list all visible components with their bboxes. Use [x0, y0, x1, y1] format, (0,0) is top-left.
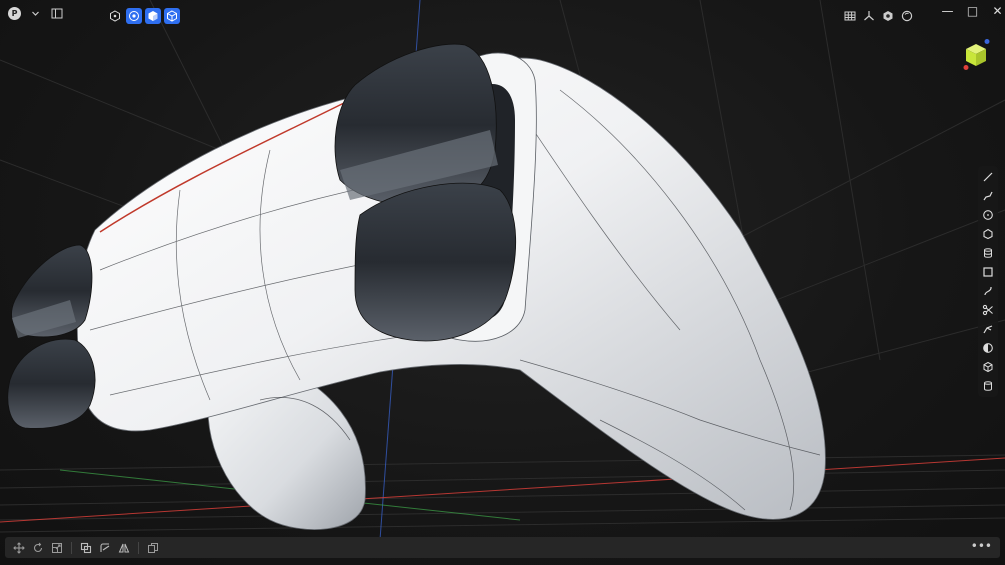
- cube-solid-icon[interactable]: [145, 8, 161, 24]
- sidebar-toggle-icon[interactable]: [49, 5, 65, 21]
- close-icon[interactable]: ✕: [985, 3, 1005, 19]
- minimize-icon[interactable]: —: [935, 3, 960, 19]
- rotate-icon[interactable]: [30, 540, 46, 556]
- user-avatar[interactable]: P: [8, 6, 21, 20]
- 3d-viewport[interactable]: [0, 0, 1005, 565]
- solid-shaded-icon[interactable]: [126, 8, 142, 24]
- move-icon[interactable]: [11, 540, 27, 556]
- scale-icon[interactable]: [49, 540, 65, 556]
- circle-icon[interactable]: [980, 207, 996, 223]
- render-icon[interactable]: [880, 8, 896, 24]
- curve-icon[interactable]: [980, 283, 996, 299]
- bottom-toolbar: •••: [5, 537, 1000, 558]
- cylinder-icon[interactable]: [980, 245, 996, 261]
- extend-icon[interactable]: [980, 321, 996, 337]
- cube-wire-icon[interactable]: [164, 8, 180, 24]
- rectangle-icon[interactable]: [980, 264, 996, 280]
- polygon-icon[interactable]: [980, 226, 996, 242]
- scissors-icon[interactable]: [980, 302, 996, 318]
- material-sphere-icon[interactable]: [899, 8, 915, 24]
- box-icon[interactable]: [980, 359, 996, 375]
- copy-icon[interactable]: [145, 540, 161, 556]
- nav-cube-widget[interactable]: [962, 39, 990, 71]
- drawing-tools-palette: [978, 166, 998, 397]
- maximize-icon[interactable]: □: [960, 3, 985, 19]
- controller-model: [7, 43, 826, 530]
- toolbar-divider: [138, 541, 139, 554]
- scene-svg: [0, 0, 1005, 541]
- view-toolbar: [842, 8, 915, 24]
- more-icon[interactable]: •••: [971, 539, 992, 553]
- polyline-icon[interactable]: [980, 188, 996, 204]
- window-controls: — □ ✕: [935, 3, 1005, 19]
- grid-icon[interactable]: [842, 8, 858, 24]
- hexagon-icon[interactable]: [107, 8, 123, 24]
- transform-icon[interactable]: [97, 540, 113, 556]
- mirror-icon[interactable]: [116, 540, 132, 556]
- app-menu: P: [8, 5, 65, 21]
- axis-icon[interactable]: [861, 8, 877, 24]
- left-trigger: [7, 338, 96, 429]
- transform-tools: [11, 540, 161, 556]
- boolean-icon[interactable]: [78, 540, 94, 556]
- toolbar-divider: [71, 541, 72, 554]
- chevron-down-icon[interactable]: [27, 5, 43, 21]
- shell-icon[interactable]: [980, 340, 996, 356]
- solid-cylinder-icon[interactable]: [980, 378, 996, 394]
- right-trigger: [354, 182, 517, 342]
- display-mode-toolbar: [107, 8, 180, 24]
- line-icon[interactable]: [980, 169, 996, 185]
